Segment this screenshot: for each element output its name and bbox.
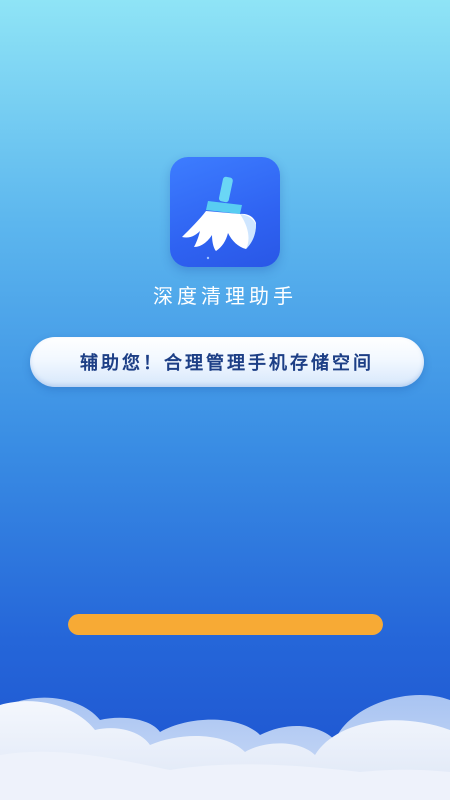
slogan-banner: 辅助您！合理管理手机存储空间 <box>30 337 424 387</box>
app-logo <box>170 157 280 267</box>
app-name: 深度清理助手 <box>153 284 297 308</box>
loading-progress-fill <box>68 614 383 635</box>
splash-screen: 深度清理助手 辅助您！合理管理手机存储空间 <box>0 0 450 800</box>
clouds-icon <box>0 694 450 800</box>
slogan-text: 辅助您！合理管理手机存储空间 <box>80 353 374 374</box>
broom-icon <box>182 176 256 260</box>
loading-progress-bar <box>68 614 383 635</box>
